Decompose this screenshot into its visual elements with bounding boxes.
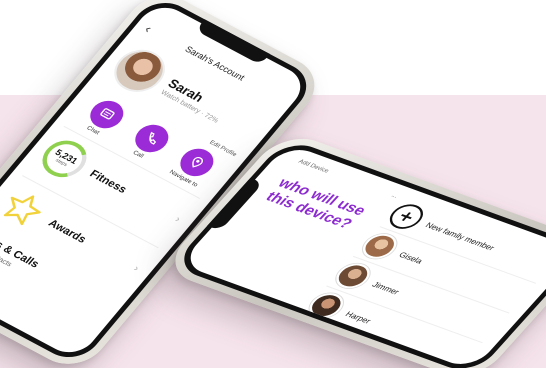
fitness-ring: 5,231 steps (33, 133, 96, 184)
call-label: Call (131, 150, 145, 160)
member-name: Jimmer (370, 279, 402, 297)
member-name: Gisela (397, 250, 425, 266)
chevron-right-icon: › (172, 214, 183, 225)
fitness-label: Fitness (87, 168, 129, 196)
add-device-title: Add Device (296, 159, 330, 175)
plus-icon (400, 212, 412, 221)
avatar (356, 230, 403, 263)
chat-button[interactable]: Chat (77, 95, 130, 141)
star-icon (3, 195, 41, 226)
phone-icon (149, 131, 156, 145)
call-button[interactable]: Call (123, 119, 175, 165)
awards-label: Awards (45, 217, 89, 246)
chevron-right-icon: › (131, 263, 142, 274)
chat-icon (99, 107, 115, 120)
navigate-button[interactable]: Navigate to (168, 143, 221, 188)
member-name: Harper (343, 309, 374, 326)
avatar (329, 259, 377, 292)
avatar (303, 289, 350, 322)
location-icon (192, 157, 204, 168)
